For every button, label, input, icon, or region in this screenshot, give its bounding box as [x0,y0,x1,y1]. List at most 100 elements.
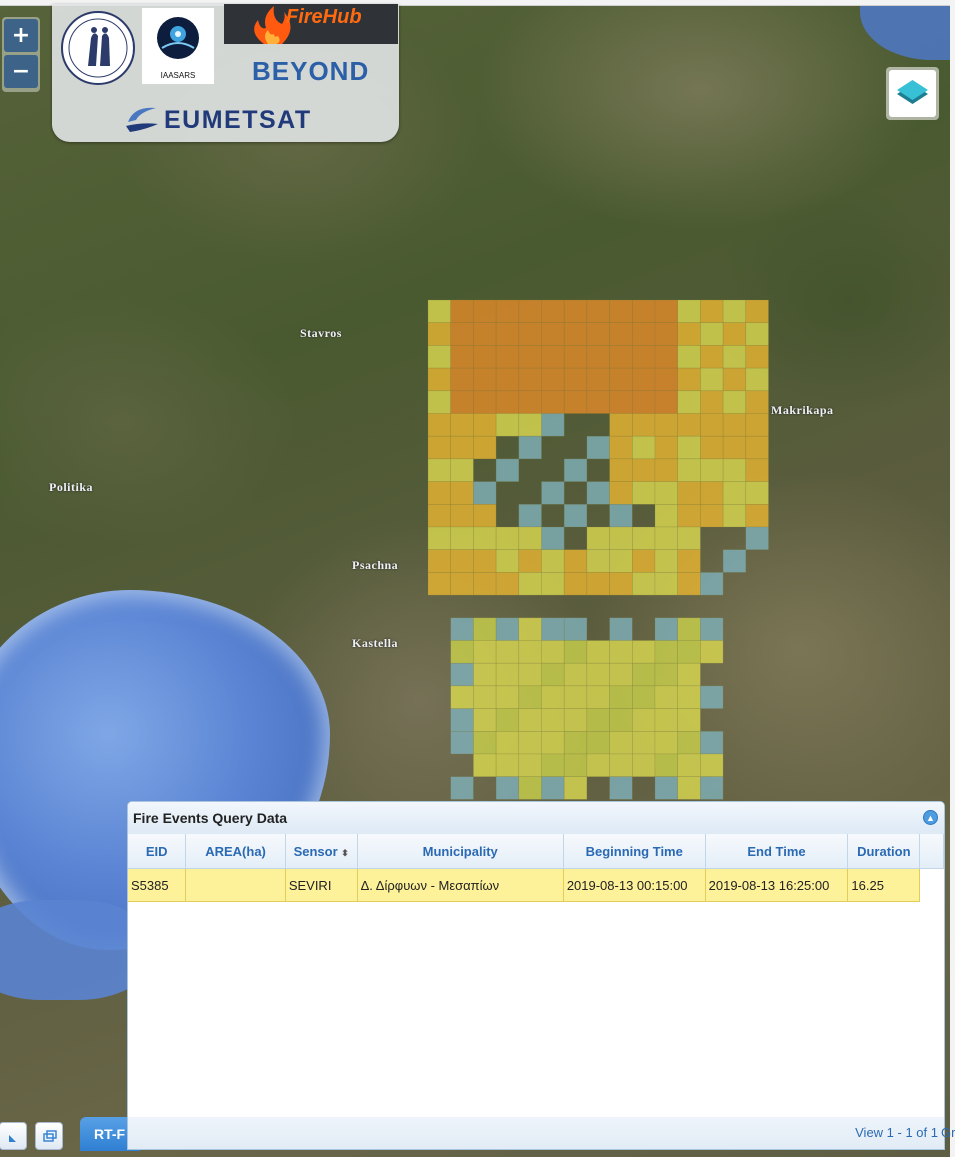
fire-pixel [631,640,656,664]
fire-pixel [586,572,610,596]
fire-pixel [609,390,633,414]
fire-pixel [677,299,701,324]
zoom-control: + − [2,17,40,92]
fire-pixel [563,322,588,346]
fire-pixel [495,572,520,596]
fire-pixel [495,549,520,573]
fire-pixel [631,458,656,482]
fire-pixel [700,753,724,778]
taskbar-arrow-button[interactable] [0,1122,27,1150]
fire-events-panel: Fire Events Query Data ▲ EID AREA(ha) Se… [127,801,945,1150]
fire-pixel [654,526,679,551]
fire-pixel [586,345,610,369]
fire-pixel [609,435,633,460]
fire-pixel [654,345,679,369]
fire-pixel [427,413,452,437]
fire-pixel [541,685,565,709]
column-header-sensor-label: Sensor [293,843,338,859]
fire-pixel [609,526,633,551]
fire-pixel [609,640,633,664]
fire-pixel [654,662,679,687]
fire-pixel [700,367,724,392]
fire-pixel [722,322,747,346]
zoom-in-button[interactable]: + [4,19,38,52]
place-label: Politika [49,480,94,494]
fire-pixel [473,481,497,505]
collapse-panel-button[interactable]: ▲ [923,810,938,825]
fire-pixel [677,549,701,573]
cell-eid: S5385 [128,868,187,902]
fire-pixel [700,345,724,369]
fire-pixel [473,299,497,324]
fire-pixel [473,345,497,369]
column-header-area[interactable]: AREA(ha) [185,834,286,869]
fire-pixel [631,662,656,687]
fire-pixel [563,572,588,596]
fire-pixel [677,390,701,414]
fire-pixel [473,708,497,732]
column-header-sensor[interactable]: Sensor ⬍ [285,834,358,869]
layers-icon [897,80,928,104]
fire-pixel [700,435,724,460]
fire-pixel [518,708,542,732]
eumetsat-text: EUMETSAT [164,106,312,134]
panel-header: Fire Events Query Data ▲ [128,802,944,835]
fire-pixel [631,685,656,709]
fire-pixel [495,322,520,346]
fire-pixel [586,367,610,392]
column-header-duration[interactable]: Duration [847,834,921,869]
fire-pixel [631,413,656,437]
chevron-up-icon: ▲ [926,813,935,823]
fire-pixel [563,662,588,687]
fire-pixel [654,322,679,346]
fire-pixel [586,708,610,732]
fire-pixel [563,549,588,573]
fire-pixel [745,299,769,324]
taskbar-window-button[interactable] [35,1122,63,1150]
fire-pixel [563,640,588,664]
fire-pixel [495,526,520,551]
layer-switcher-button[interactable] [886,67,939,120]
fire-pixel [450,730,474,755]
fire-pixel [450,640,474,664]
fire-pixel [541,526,565,551]
fire-pixel [654,413,679,437]
fire-pixel [745,345,769,369]
fire-pixel [473,617,497,641]
column-header-beginning-time[interactable]: Beginning Time [563,834,706,869]
fire-pixel [677,458,701,482]
fire-pixel [495,617,520,641]
fire-pixel [654,367,679,392]
fire-pixel [722,345,747,369]
fire-pixel [518,753,542,778]
fire-pixel [473,640,497,664]
fire-pixel [609,322,633,346]
cell-end-time: 2019-08-13 16:25:00 [705,868,849,902]
beyond-logo: BEYOND [252,56,370,86]
fire-pixel [427,390,452,414]
fire-pixel [450,526,474,551]
partner-logos: IAASARS FireHub BEYOND EUMETSAT [52,4,399,142]
column-header-eid[interactable]: EID [128,834,187,869]
fire-pixel [654,299,679,324]
fire-pixel [631,345,656,369]
fire-pixel [541,572,565,596]
fire-pixel [677,322,701,346]
fire-pixel [677,367,701,392]
fire-pixel [677,572,701,596]
layer-switcher-inner [889,70,936,117]
fire-pixel [495,708,520,732]
fire-pixel [450,685,474,709]
table-row[interactable]: S5385 SEVIRI Δ. Δίρφυων - Μεσαπίων 2019-… [128,868,944,902]
fire-pixel [473,390,497,414]
column-header-municipality[interactable]: Municipality [357,834,564,869]
fire-pixel [745,481,769,505]
zoom-out-button[interactable]: − [4,55,38,88]
column-header-end-time[interactable]: End Time [705,834,849,869]
fire-pixel [700,322,724,346]
fire-pixel [609,299,633,324]
fire-pixel [722,435,747,460]
fire-pixel [677,345,701,369]
fire-pixel [722,481,747,505]
fire-pixel [518,526,542,551]
